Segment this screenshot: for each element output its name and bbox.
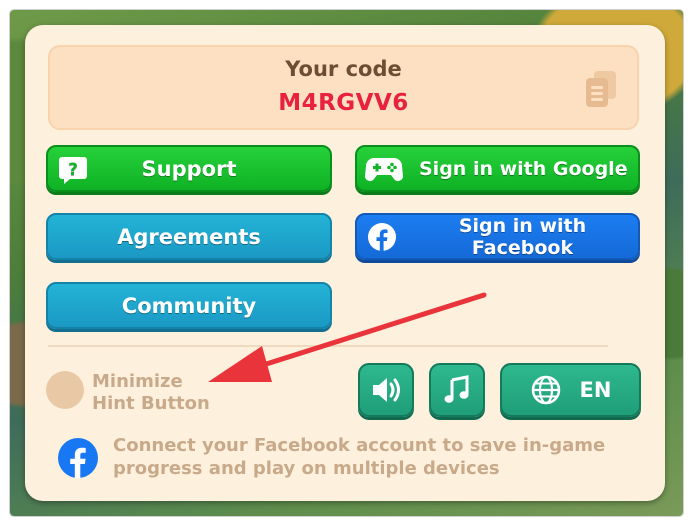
- sign-in-google-button[interactable]: Sign in with Google: [355, 145, 640, 192]
- help-question-icon: ?: [59, 156, 87, 184]
- player-code-box: Your code M4RGVV6: [48, 45, 639, 130]
- code-title: Your code: [285, 57, 402, 81]
- community-button[interactable]: Community: [46, 282, 332, 329]
- copy-icon[interactable]: [583, 69, 619, 109]
- sign-in-facebook-button[interactable]: Sign in with Facebook: [355, 213, 640, 260]
- svg-text:?: ?: [68, 160, 78, 180]
- language-button[interactable]: EN: [500, 363, 641, 417]
- language-label: EN: [579, 378, 612, 402]
- music-note-icon: [444, 375, 469, 403]
- globe-icon: [531, 375, 560, 405]
- gamepad-icon: [365, 157, 403, 181]
- facebook-icon: [368, 222, 396, 251]
- minimize-hint-label: Minimize Hint Button: [92, 371, 210, 414]
- music-toggle-button[interactable]: [429, 363, 485, 417]
- minimize-hint-toggle[interactable]: [46, 371, 84, 409]
- facebook-connect-note: Connect your Facebook account to save in…: [113, 435, 606, 479]
- section-divider: [48, 345, 608, 347]
- speaker-icon: [373, 378, 400, 402]
- sign-in-google-label: Sign in with Google: [419, 157, 628, 180]
- agreements-label: Agreements: [117, 224, 261, 249]
- support-button[interactable]: ? Support: [46, 145, 332, 192]
- facebook-icon: [58, 438, 98, 478]
- code-value: M4RGVV6: [278, 90, 409, 116]
- sign-in-facebook-label: Sign in with Facebook: [458, 214, 587, 259]
- community-label: Community: [121, 293, 257, 318]
- agreements-button[interactable]: Agreements: [46, 213, 332, 260]
- sound-toggle-button[interactable]: [358, 363, 414, 417]
- support-label: Support: [141, 156, 237, 181]
